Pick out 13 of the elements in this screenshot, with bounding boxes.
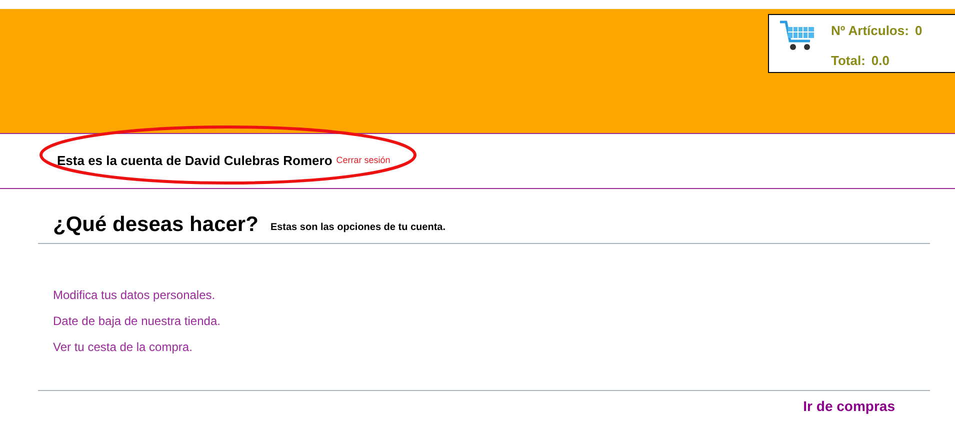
account-option-link[interactable]: Date de baja de nuestra tienda. [53,313,220,329]
total-label: Total: [831,52,866,70]
section-title: ¿Qué deseas hacer? [53,214,258,235]
logout-link[interactable]: Cerrar sesión [336,154,390,168]
shopping-cart-icon [779,19,817,53]
item-count-label: Nº Artículos: [831,22,909,40]
account-option-link[interactable]: Ver tu cesta de la compra. [53,339,192,355]
account-greeting: Esta es la cuenta de David Culebras Romero [57,152,332,170]
item-count-value: 0 [914,22,922,40]
account-option-link[interactable]: Modifica tus datos personales. [53,287,216,303]
total-value: 0.0 [871,52,890,70]
section-subtitle: Estas son las opciones de tu cuenta. [270,221,446,235]
go-shopping-link[interactable]: Ir de compras [803,396,895,417]
